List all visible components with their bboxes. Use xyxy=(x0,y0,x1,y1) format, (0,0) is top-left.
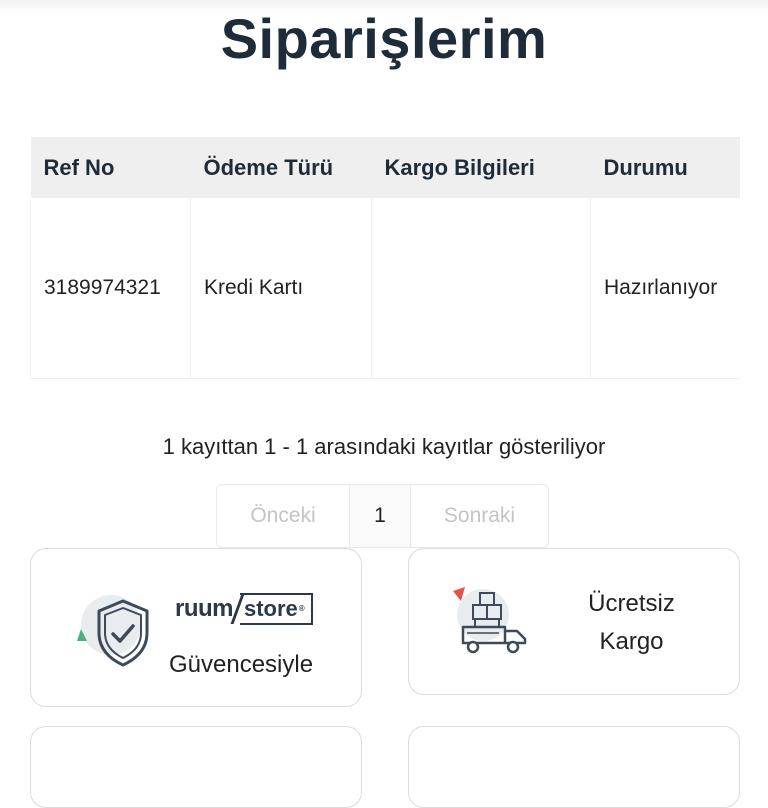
previous-page-button[interactable]: Önceki xyxy=(217,485,349,547)
feature-card xyxy=(408,726,740,808)
column-header-ref-no[interactable]: Ref No xyxy=(30,137,191,198)
delivery-truck-icon xyxy=(453,587,527,654)
column-header-shipping-info[interactable]: Kargo Bilgileri xyxy=(371,137,591,198)
page-number-button[interactable]: 1 xyxy=(349,485,411,547)
brand-suffix: store® xyxy=(240,593,313,625)
cell-shipping-info xyxy=(371,198,591,379)
shield-check-icon xyxy=(77,595,149,667)
next-page-button[interactable]: Sonraki xyxy=(411,485,548,547)
pagination-info: 1 kayıttan 1 - 1 arasındaki kayıtlar gös… xyxy=(162,434,606,459)
orders-table: Ref No Ödeme Türü Kargo Bilgileri Durumu… xyxy=(30,137,740,379)
cell-status: Hazırlanıyor xyxy=(590,198,740,379)
column-header-status[interactable]: Durumu xyxy=(590,137,740,198)
pagination: Önceki 1 Sonraki xyxy=(216,484,549,548)
free-shipping-line-2: Kargo xyxy=(599,628,664,655)
table-row[interactable]: 3189974321 Kredi Kartı Hazırlanıyor xyxy=(30,198,740,379)
registered-mark: ® xyxy=(298,604,305,613)
brand-suffix-text: store xyxy=(244,596,298,621)
free-shipping-label: Ücretsiz Kargo xyxy=(559,585,704,661)
table-header-row: Ref No Ödeme Türü Kargo Bilgileri Durumu xyxy=(30,137,740,198)
free-shipping-card: Ücretsiz Kargo xyxy=(408,548,740,695)
guarantee-label: Güvencesiyle xyxy=(169,651,314,678)
ruum-store-logo: ruum store® xyxy=(175,591,335,627)
cell-ref-no: 3189974321 xyxy=(30,198,191,379)
brand-name: ruum xyxy=(175,595,234,622)
page-title: Siparişlerim xyxy=(220,7,548,70)
cell-payment-type: Kredi Kartı xyxy=(190,198,372,379)
feature-card xyxy=(30,726,362,808)
guarantee-card: ruum store® Güvencesiyle xyxy=(30,548,362,707)
free-shipping-line-1: Ücretsiz xyxy=(588,590,675,617)
column-header-payment-type[interactable]: Ödeme Türü xyxy=(190,137,372,198)
